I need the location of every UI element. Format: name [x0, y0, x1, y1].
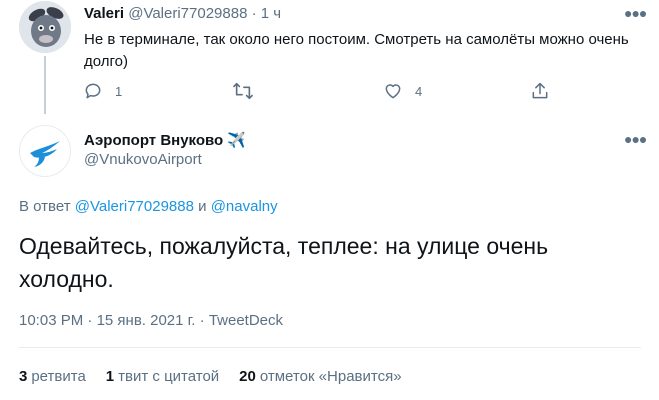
- tweet-stats: 3 ретвита 1 твит с цитатой 20 отметок «Нрав…: [19, 368, 402, 385]
- mention-link[interactable]: @navalny: [211, 198, 278, 215]
- avatar-image: [19, 1, 71, 53]
- vnukovo-logo-icon: [30, 141, 60, 167]
- share-icon: [532, 82, 548, 99]
- reply-text: Не в терминале, так около него постоим. …: [84, 31, 629, 70]
- reply-author: Valeri @Valeri77029888 · 1 ч: [84, 5, 282, 22]
- reply-count: 1: [115, 83, 123, 99]
- mention-link[interactable]: @Valeri77029888: [75, 198, 194, 215]
- tweet-author-name[interactable]: Аэропорт Внуково ✈️: [84, 131, 246, 149]
- reply-author-name[interactable]: Valeri: [84, 5, 124, 22]
- share-button[interactable]: [530, 81, 550, 101]
- thread-line: [44, 56, 46, 114]
- reply-author-handle[interactable]: @Valeri77029888: [128, 5, 247, 22]
- tweet-source[interactable]: TweetDeck: [209, 312, 283, 329]
- vnukovo-avatar[interactable]: [19, 125, 71, 177]
- like-icon: [385, 84, 401, 99]
- quotes-stat[interactable]: 1 твит с цитатой: [106, 368, 219, 385]
- likes-stat[interactable]: 20 отметок «Нравится»: [239, 368, 401, 385]
- tweet-author-handle[interactable]: @VnukovoAirport: [84, 151, 202, 168]
- divider: [19, 347, 641, 348]
- retweet-button[interactable]: [232, 81, 266, 101]
- retweets-stat[interactable]: 3 ретвита: [19, 368, 86, 385]
- like-button[interactable]: 4: [383, 81, 422, 101]
- tweet-time[interactable]: 10:03 PM: [19, 312, 83, 329]
- tweet-meta: 10:03 PM · 15 янв. 2021 г. · TweetDeck: [19, 312, 284, 329]
- retweet-icon: [233, 82, 253, 100]
- reply-button[interactable]: 1: [83, 81, 122, 101]
- more-icon[interactable]: ●●●: [624, 131, 647, 147]
- more-icon[interactable]: ●●●: [624, 5, 647, 21]
- tweet-text: Одевайтесь, пожалуйста, теплее: на улице…: [19, 233, 549, 292]
- like-count: 4: [415, 83, 423, 99]
- replying-to: В ответ @Valeri77029888 и @navalny: [19, 198, 278, 215]
- tweet-date[interactable]: 15 янв. 2021 г.: [97, 312, 196, 329]
- reply-icon: [85, 83, 101, 99]
- avatar[interactable]: [19, 1, 71, 53]
- reply-time[interactable]: 1 ч: [261, 5, 281, 22]
